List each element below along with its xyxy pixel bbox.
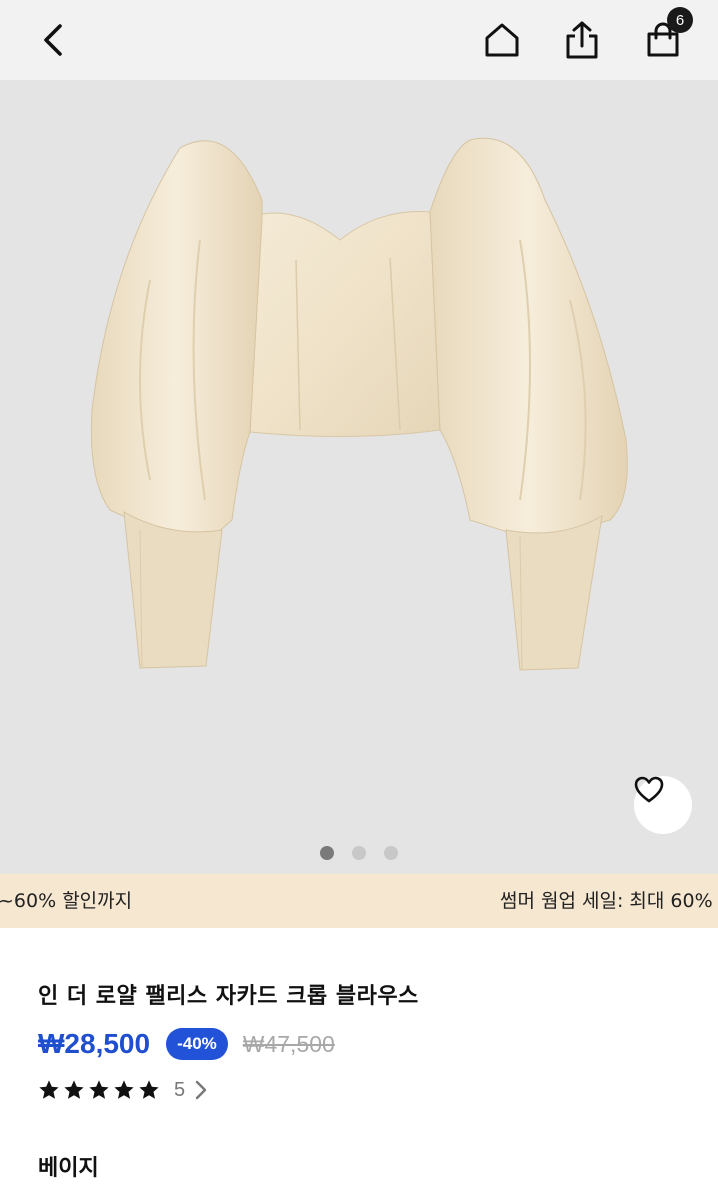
top-nav-bar: 6 <box>0 0 718 80</box>
star-icon <box>114 1080 134 1099</box>
home-button[interactable] <box>474 12 530 68</box>
star-icon <box>89 1080 109 1099</box>
promo-banner[interactable]: ~60% 할인까지 썸머 웜업 세일: 최대 60% <box>0 874 718 928</box>
price-row: ₩28,500 -40% ₩47,500 <box>38 1024 335 1064</box>
discount-badge: -40% <box>166 1028 228 1060</box>
chevron-right-icon <box>195 1080 207 1100</box>
gallery-pagination <box>0 846 718 862</box>
back-button[interactable] <box>26 12 82 68</box>
rating-reviews-link[interactable]: 5 <box>38 1076 207 1104</box>
home-icon <box>485 23 519 57</box>
star-rating <box>38 1079 160 1101</box>
star-icon <box>39 1080 59 1099</box>
share-icon <box>566 21 598 59</box>
gallery-dot-1[interactable] <box>320 846 334 860</box>
product-title: 인 더 로얄 팰리스 자카드 크롭 블라우스 <box>38 984 419 1009</box>
heart-icon <box>634 776 664 803</box>
wishlist-button[interactable] <box>634 776 692 834</box>
cart-count-badge: 6 <box>667 7 693 33</box>
review-count: 5 <box>174 1078 186 1101</box>
product-detail-page: 6 ~60% 할인까지 썸머 웜업 세일: 최대 60% 인 더 로얄 팰리스 … <box>0 0 718 1200</box>
cart-button[interactable]: 6 <box>635 7 693 68</box>
star-icon <box>139 1080 159 1099</box>
promo-text-right: 썸머 웜업 세일: 최대 60% <box>500 890 713 912</box>
product-image-gallery[interactable] <box>0 80 718 874</box>
chevron-left-icon <box>44 24 62 56</box>
sale-price: ₩28,500 <box>38 1028 151 1059</box>
gallery-dot-3[interactable] <box>384 846 398 860</box>
original-price: ₩47,500 <box>242 1030 335 1057</box>
gallery-dot-2[interactable] <box>352 846 366 860</box>
promo-text-left: ~60% 할인까지 <box>0 890 133 912</box>
share-button[interactable] <box>554 12 610 68</box>
selected-color-label: 베이지 <box>38 1156 99 1181</box>
product-image <box>90 137 628 671</box>
star-icon <box>64 1080 84 1099</box>
